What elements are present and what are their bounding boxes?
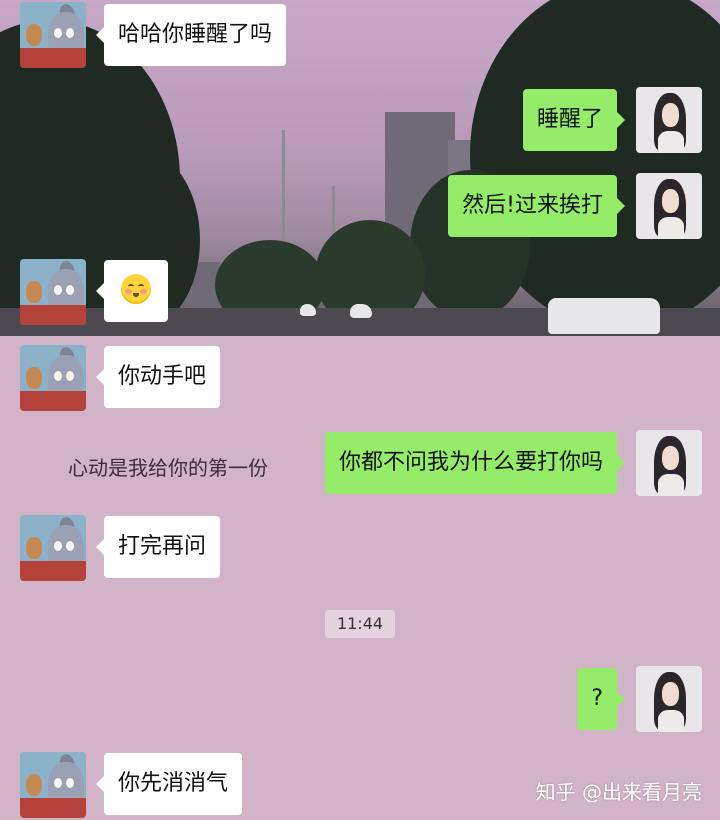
contact-avatar[interactable] <box>20 345 86 411</box>
message-bubble-incoming[interactable]: 你动手吧 <box>95 346 221 408</box>
message-bubble-outgoing[interactable]: ? <box>577 668 625 730</box>
self-avatar[interactable] <box>636 87 702 153</box>
background-caption-text: 心动是我给你的第一份 <box>68 456 268 480</box>
message-bubble-incoming[interactable]: 你先消消气 <box>95 753 243 815</box>
contact-avatar[interactable] <box>20 752 86 818</box>
contact-avatar[interactable] <box>20 2 86 68</box>
message-bubble-outgoing[interactable]: 然后!过来挨打 <box>448 175 625 237</box>
self-avatar[interactable] <box>636 173 702 239</box>
message-bubble-outgoing[interactable]: 睡醒了 <box>522 89 626 151</box>
message-bubble-incoming[interactable]: 哈哈你睡醒了吗 <box>95 4 287 66</box>
message-bubble-outgoing[interactable]: 你都不问我为什么要打你吗 <box>324 432 626 494</box>
self-avatar[interactable] <box>636 430 702 496</box>
contact-avatar[interactable] <box>20 259 86 325</box>
blushing-face-icon <box>121 274 151 304</box>
message-bubble-incoming[interactable]: 打完再问 <box>95 516 221 578</box>
self-avatar[interactable] <box>636 666 702 732</box>
message-timestamp: 11:44 <box>325 610 395 638</box>
contact-avatar[interactable] <box>20 515 86 581</box>
chat-background <box>0 336 720 820</box>
zhihu-watermark: 知乎 @出来看月亮 <box>535 780 702 804</box>
message-bubble-incoming[interactable] <box>96 260 168 322</box>
